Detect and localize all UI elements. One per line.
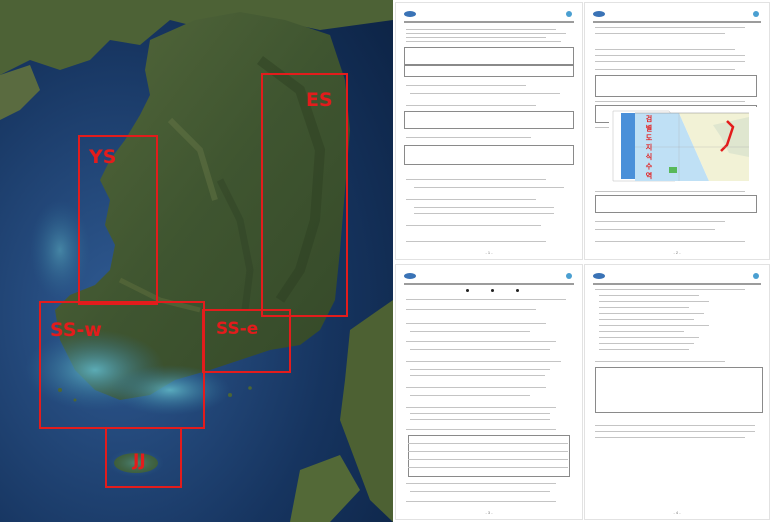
institute-logo-icon [566,11,572,17]
agency-logo-icon [404,11,416,17]
agency-logo-icon [593,11,605,17]
document-page-3: - 3 - [395,264,583,520]
region-label-jj: JJ [132,451,146,471]
agency-logo-icon [593,273,605,279]
institute-logo-icon [753,273,759,279]
page-number: - 2 - [673,250,681,255]
page-number: - 4 - [673,510,681,515]
page-number: - 3 - [485,510,493,515]
region-label-ss-e: SS-e [216,319,258,339]
region-label-es: ES [306,89,333,111]
agency-logo-icon [404,273,416,279]
survey-table [408,435,570,477]
page-header [593,271,761,281]
inset-map-graphic [609,107,759,185]
document-page-2: 검 별 도 지 식 수 역 - 2 - [584,2,770,260]
page-header [404,271,574,281]
document-page-1: - 1 - [395,2,583,260]
korea-satellite-image: ES YS SS-w SS-e JJ [0,0,393,522]
institute-logo-icon [566,273,572,279]
institute-logo-icon [753,11,759,17]
satellite-map: ES YS SS-w SS-e JJ [0,0,393,522]
page-header [593,9,761,19]
document-page-4: - 4 - [584,264,770,520]
inset-fishing-zone-map: 검 별 도 지 식 수 역 [609,107,759,185]
region-label-ss-w: SS-w [50,319,102,341]
page-number: - 1 - [485,250,493,255]
page-header [404,9,574,19]
region-label-ys: YS [88,146,116,168]
inset-map-label: 검 별 도 지 식 수 역 [645,115,653,179]
free-answer-box [595,367,763,413]
